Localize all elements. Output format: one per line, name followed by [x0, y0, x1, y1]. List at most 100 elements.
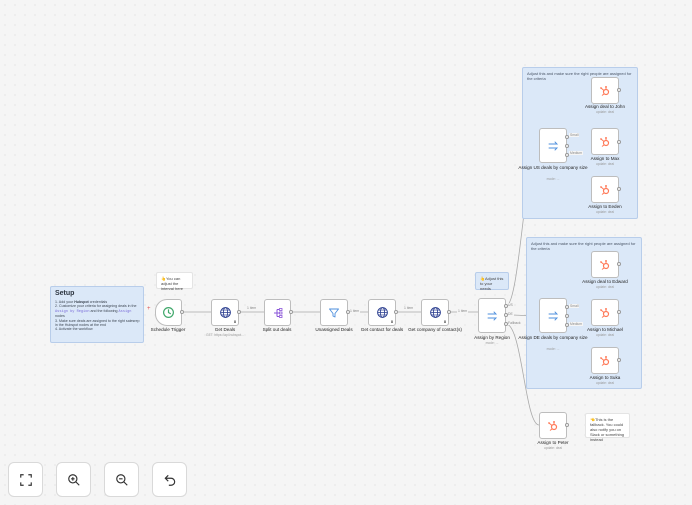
- hubspot-icon: [600, 136, 610, 147]
- fallback-note-text: 👈This is the fallback. You could also no…: [590, 417, 625, 442]
- output-port[interactable]: [565, 153, 569, 157]
- region-note-text: 👆Adjust this to your needs: [480, 276, 504, 291]
- assign-suka-sub: update: deal: [595, 381, 615, 385]
- assign-edward-node[interactable]: [591, 251, 619, 278]
- assign-eeden-sub: update: deal: [595, 210, 615, 214]
- fit-view-button[interactable]: [8, 462, 43, 497]
- edge-label: 1 item: [457, 309, 469, 313]
- interval-note[interactable]: 👆You can adjust the interval here: [156, 272, 193, 291]
- output-port[interactable]: [617, 88, 621, 92]
- setup-step: 3. Make sure deals are assigned to the r…: [55, 318, 140, 328]
- output-port[interactable]: [237, 310, 241, 314]
- assign-max-node[interactable]: [591, 128, 619, 155]
- output-port[interactable]: [504, 313, 508, 317]
- get-company-label: Get company of contact(s): [408, 327, 462, 332]
- assign-suka-label: Assign to Suka: [589, 375, 621, 380]
- hubspot-icon: [600, 85, 610, 96]
- assign-michael-label: Assign to Michael: [586, 327, 623, 332]
- zoom-out-button[interactable]: [104, 462, 139, 497]
- switch-icon: [548, 311, 559, 320]
- de-group-text: Adjust this and make sure the right peop…: [531, 241, 636, 251]
- get-deals-node[interactable]: 8: [211, 299, 239, 326]
- hubspot-icon: [600, 259, 610, 270]
- output-port[interactable]: [617, 140, 621, 144]
- setup-step: 2. Customize your criteria for assigning…: [55, 304, 137, 319]
- get-company-node[interactable]: 8: [421, 299, 449, 326]
- fallback-note[interactable]: 👈This is the fallback. You could also no…: [585, 413, 630, 442]
- interval-note-text: 👆You can adjust the interval here: [161, 276, 184, 291]
- output-port[interactable]: [565, 144, 569, 148]
- assign-eeden-node[interactable]: [591, 176, 619, 203]
- assign-peter-label: Assign to Peter: [537, 440, 569, 445]
- assign-by-region-sub: mode: ...: [485, 341, 499, 345]
- assign-us-deals-node[interactable]: [539, 128, 567, 163]
- assign-john-node[interactable]: [591, 77, 619, 104]
- assign-max-sub: update: deal: [595, 162, 615, 166]
- output-port[interactable]: [565, 423, 569, 427]
- assign-by-region-node[interactable]: [478, 298, 506, 333]
- switch-icon: [548, 141, 559, 150]
- assign-peter-sub: update: deal: [543, 446, 563, 450]
- output-port[interactable]: [394, 310, 398, 314]
- setup-sticky-note[interactable]: Setup 1. Add your Hubspot credentials 2.…: [50, 286, 144, 343]
- filter-icon: [329, 308, 339, 317]
- output-port[interactable]: [447, 310, 451, 314]
- assign-edward-label: Assign deal to Edward: [582, 279, 628, 284]
- output-port[interactable]: [565, 135, 569, 139]
- zoom-out-icon: [115, 473, 128, 486]
- assign-by-region-label: Assign by Region: [474, 335, 510, 340]
- globe-icon: [429, 307, 441, 318]
- setup-step: 4. Activate the workflow: [55, 327, 93, 332]
- workflow-canvas[interactable]: Setup 1. Add your Hubspot credentials 2.…: [0, 0, 692, 505]
- edge-label-us-medium: Medium: [569, 151, 584, 155]
- output-port[interactable]: [346, 310, 350, 314]
- output-port[interactable]: [565, 323, 569, 327]
- hubspot-icon: [600, 355, 610, 366]
- assign-michael-sub: update: deal: [595, 333, 615, 337]
- assign-us-deals-sub: mode: ...: [546, 177, 560, 181]
- hubspot-icon: [600, 184, 610, 195]
- assign-john-sub: update: deal: [595, 110, 615, 114]
- setup-title: Setup: [55, 290, 75, 297]
- edge-label-de: DE: [507, 312, 514, 316]
- assign-peter-node[interactable]: [539, 412, 567, 439]
- region-note[interactable]: 👆Adjust this to your needs: [475, 272, 509, 291]
- unassigned-deals-node[interactable]: [320, 299, 348, 326]
- assign-max-label: Assign to Max: [590, 156, 620, 161]
- get-contact-node[interactable]: 8: [368, 299, 396, 326]
- edge-label-de-medium: Medium: [569, 322, 584, 326]
- assign-john-label: Assign deal to John: [584, 104, 626, 109]
- schedule-trigger-node[interactable]: [155, 299, 182, 326]
- zoom-in-button[interactable]: [56, 462, 91, 497]
- zoom-in-icon: [67, 473, 80, 486]
- setup-steps: 1. Add your Hubspot credentials 2. Custo…: [55, 300, 141, 332]
- output-port[interactable]: [180, 310, 184, 314]
- output-port[interactable]: [617, 262, 621, 266]
- globe-icon: [376, 307, 388, 318]
- output-port[interactable]: [289, 310, 293, 314]
- assign-michael-node[interactable]: [591, 299, 619, 326]
- output-port[interactable]: [565, 314, 569, 318]
- get-contact-badge: 8: [391, 320, 393, 324]
- output-port[interactable]: [565, 305, 569, 309]
- split-out-deals-node[interactable]: [264, 299, 291, 326]
- assign-suka-node[interactable]: [591, 347, 619, 374]
- output-port[interactable]: [617, 310, 621, 314]
- output-port[interactable]: [504, 322, 508, 326]
- output-port[interactable]: [617, 358, 621, 362]
- undo-icon: [164, 474, 175, 486]
- get-deals-sub: GET: https://api.hubspot...: [206, 333, 244, 337]
- output-port[interactable]: [504, 304, 508, 308]
- hubspot-icon: [548, 420, 558, 431]
- hubspot-icon: [600, 307, 610, 318]
- assign-eeden-label: Assign to Eeden: [588, 204, 622, 209]
- assign-de-deals-node[interactable]: [539, 298, 567, 333]
- edge-label-us-small: Small: [569, 133, 580, 137]
- assign-de-deals-sub: mode: ...: [546, 347, 560, 351]
- get-company-badge: 8: [444, 320, 446, 324]
- add-trigger-icon[interactable]: +: [147, 306, 151, 312]
- undo-button[interactable]: [152, 462, 187, 497]
- output-port[interactable]: [617, 187, 621, 191]
- split-icon: [273, 307, 282, 318]
- edge-label: 1 item: [403, 306, 415, 310]
